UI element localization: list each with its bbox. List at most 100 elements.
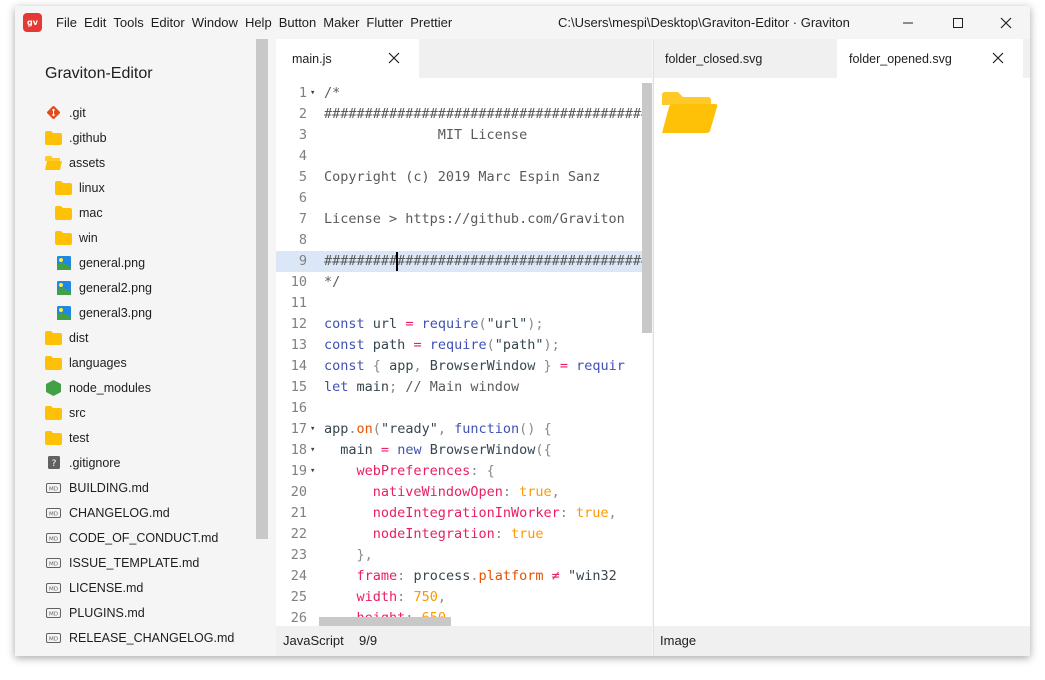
tree-item-code-of-conduct-md[interactable]: MD CODE_OF_CONDUCT.md — [45, 525, 218, 550]
tree-item-general-png[interactable]: general.png — [55, 250, 145, 275]
tree-item-languages[interactable]: languages — [45, 350, 127, 375]
close-window-button[interactable] — [983, 6, 1029, 39]
code-line: 12 const url = require("url"); — [276, 314, 652, 335]
tree-item-linux[interactable]: linux — [55, 175, 105, 200]
tree-item-git[interactable]: .git — [45, 100, 86, 125]
image-icon — [55, 279, 72, 296]
menu-flutter[interactable]: Flutter — [366, 6, 409, 39]
folder-icon — [55, 229, 72, 246]
menu-editor[interactable]: Editor — [151, 6, 191, 39]
code-line: 18 ▾ main = new BrowserWindow({ — [276, 440, 652, 461]
line-number: 25 — [290, 589, 307, 605]
image-icon — [55, 254, 72, 271]
code-line: 6 — [276, 188, 652, 209]
tree-item-mac[interactable]: mac — [55, 200, 103, 225]
editor-horizontal-scrollbar[interactable] — [319, 617, 451, 626]
tree-item-building-md[interactable]: MD BUILDING.md — [45, 475, 149, 500]
tab-main-js[interactable]: main.js — [276, 39, 419, 78]
menu-bar: File Edit Tools Editor Window Help Button Maker… — [56, 6, 459, 39]
code-text: const path = require("path"); — [324, 337, 560, 353]
tree-item-src[interactable]: src — [45, 400, 86, 425]
menu-prettier[interactable]: Prettier — [410, 6, 458, 39]
line-number: 14 — [290, 358, 307, 374]
tab-folder-opened-svg[interactable]: folder_opened.svg — [837, 39, 1023, 78]
tree-item-example-png[interactable]: example.png — [45, 650, 141, 657]
git-icon — [45, 104, 62, 121]
code-line: 11 — [276, 293, 652, 314]
code-line: 9 #######################################… — [276, 251, 652, 272]
code-text: app.on("ready", function() { — [324, 421, 552, 437]
line-number: 22 — [290, 526, 307, 542]
title-bar: gv File Edit Tools Editor Window Help Button Ma… — [15, 6, 1030, 39]
tree-item-assets[interactable]: assets — [45, 150, 105, 175]
editor-vertical-scrollbar[interactable] — [642, 83, 652, 333]
code-text: License > https://github.com/Graviton — [324, 211, 625, 227]
tree-item-label: CHANGELOG.md — [69, 505, 170, 520]
tree-item-license-md[interactable]: MD LICENSE.md — [45, 575, 143, 600]
tree-item-release-changelog-md[interactable]: MD RELEASE_CHANGELOG.md — [45, 625, 234, 650]
image-icon — [45, 654, 62, 656]
tree-item-issue-template-md[interactable]: MD ISSUE_TEMPLATE.md — [45, 550, 199, 575]
line-number: 20 — [290, 484, 307, 500]
tree-item-label: assets — [69, 155, 106, 170]
folder-icon — [45, 354, 62, 371]
line-number: 12 — [290, 316, 307, 332]
line-number: 17 — [290, 421, 307, 437]
menu-file[interactable]: File — [56, 6, 83, 39]
tree-item-changelog-md[interactable]: MD CHANGELOG.md — [45, 500, 170, 525]
tree-item-node-modules[interactable]: node_modules — [45, 375, 151, 400]
line-number: 6 — [298, 190, 307, 206]
fold-toggle-icon[interactable]: ▾ — [310, 440, 315, 461]
file-type-indicator: Image — [660, 633, 697, 648]
folder-opened-preview-image — [662, 92, 718, 133]
tree-item-label: node_modules — [69, 380, 152, 395]
menu-edit[interactable]: Edit — [84, 6, 112, 39]
tree-item-general2-png[interactable]: general2.png — [55, 275, 152, 300]
menu-window[interactable]: Window — [192, 6, 244, 39]
tree-item-label: general2.png — [79, 280, 152, 295]
code-text: width: 750, — [356, 589, 446, 605]
tab-bar-left: main.js folder_closed.svg — [276, 39, 652, 78]
menu-button[interactable]: Button — [279, 6, 323, 39]
code-text: nodeIntegration: true — [372, 526, 544, 542]
minimize-button[interactable] — [885, 6, 931, 39]
tree-item-label: BUILDING.md — [69, 480, 149, 495]
tree-item-github[interactable]: .github — [45, 125, 107, 150]
code-text: let main; // Main window — [324, 379, 520, 395]
language-indicator[interactable]: JavaScript — [283, 633, 344, 648]
text-cursor — [396, 252, 398, 271]
folder-icon — [45, 404, 62, 421]
tree-item-general3-png[interactable]: general3.png — [55, 300, 152, 325]
tree-item-gitignore[interactable]: ? .gitignore — [45, 450, 120, 475]
tab-folder-closed-svg-label[interactable]: folder_closed.svg — [654, 39, 837, 78]
close-tab-icon[interactable] — [387, 51, 401, 65]
code-text: */ — [324, 274, 341, 290]
close-tab-icon[interactable] — [991, 51, 1005, 65]
code-editor[interactable]: 1 ▾/* 2 ###################################… — [276, 83, 652, 626]
fold-toggle-icon[interactable]: ▾ — [310, 83, 315, 104]
markdown-icon: MD — [45, 604, 62, 621]
line-number: 2 — [298, 106, 307, 122]
menu-tools[interactable]: Tools — [113, 6, 149, 39]
tree-item-plugins-md[interactable]: MD PLUGINS.md — [45, 600, 145, 625]
tab-folder-closed-svg[interactable]: folder_closed.svg — [419, 39, 652, 78]
tree-item-win[interactable]: win — [55, 225, 98, 250]
app-logo: gv — [23, 13, 42, 32]
code-line: 1 ▾ /* — [276, 83, 652, 104]
maximize-button[interactable] — [935, 6, 981, 39]
tree-item-label: .git — [69, 105, 86, 120]
sidebar-scrollbar[interactable] — [256, 39, 268, 539]
fold-toggle-icon[interactable]: ▾ — [310, 461, 315, 482]
folder-icon — [45, 329, 62, 346]
markdown-icon: MD — [45, 504, 62, 521]
code-line: 21 nodeIntegrationInWorker: true, — [276, 503, 652, 524]
tree-item-label: CODE_OF_CONDUCT.md — [69, 530, 219, 545]
folder-open-icon — [45, 154, 62, 171]
menu-help[interactable]: Help — [245, 6, 278, 39]
tree-item-dist[interactable]: dist — [45, 325, 88, 350]
markdown-icon: MD — [45, 529, 62, 546]
menu-maker[interactable]: Maker — [323, 6, 365, 39]
tree-item-test[interactable]: test — [45, 425, 89, 450]
folder-icon — [55, 204, 72, 221]
fold-toggle-icon[interactable]: ▾ — [310, 419, 315, 440]
